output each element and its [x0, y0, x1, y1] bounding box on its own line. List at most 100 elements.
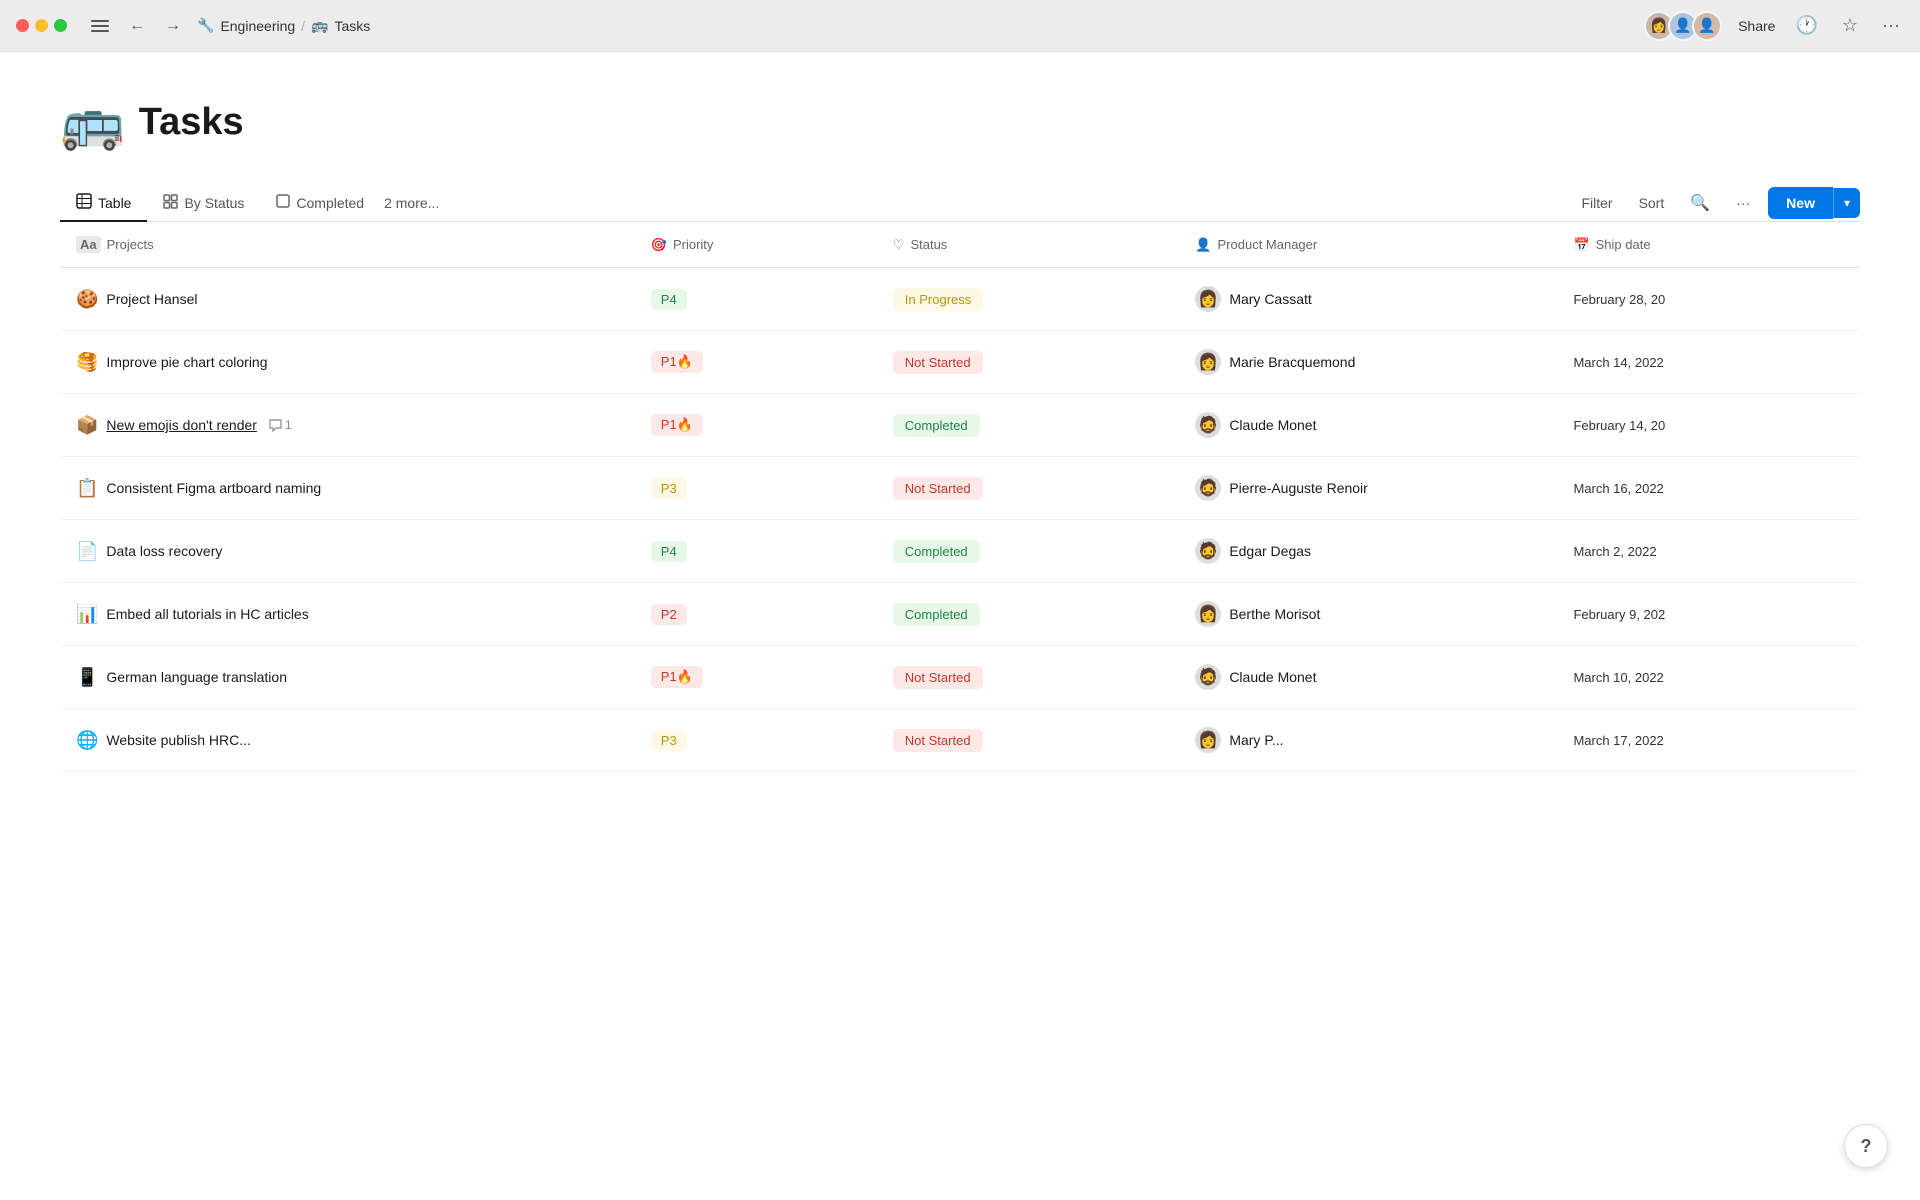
filter-button[interactable]: Filter: [1573, 189, 1620, 217]
maximize-button[interactable]: [54, 19, 67, 32]
project-cell-0: 🍪 Project Hansel: [60, 268, 635, 331]
pm-avatar-1: 👩: [1195, 349, 1221, 375]
project-cell-4: 📄 Data loss recovery: [60, 520, 635, 583]
ship-date-cell-4: March 2, 2022: [1557, 520, 1860, 583]
status-badge-6[interactable]: Not Started: [893, 666, 983, 689]
project-name-1[interactable]: Improve pie chart coloring: [106, 354, 267, 370]
pm-name-3: Pierre-Auguste Renoir: [1229, 480, 1368, 496]
new-button-caret[interactable]: ▾: [1833, 188, 1860, 218]
project-name-2[interactable]: New emojis don't render: [106, 417, 257, 433]
more-tabs-button[interactable]: 2 more...: [380, 187, 443, 219]
comment-badge: 1: [269, 418, 292, 432]
close-button[interactable]: [16, 19, 29, 32]
share-button[interactable]: Share: [1738, 18, 1775, 34]
priority-badge-1[interactable]: P1🔥: [651, 351, 703, 373]
pm-cell-2: 🧔 Claude Monet: [1179, 394, 1557, 457]
status-col-label: Status: [910, 237, 947, 252]
breadcrumb-tasks-label[interactable]: Tasks: [335, 18, 371, 34]
priority-badge-3[interactable]: P3: [651, 478, 687, 499]
table-row[interactable]: 🥞 Improve pie chart coloring P1🔥 Not Sta…: [60, 331, 1860, 394]
projects-col-label: Projects: [107, 237, 154, 252]
priority-col-icon: 🎯: [651, 237, 667, 253]
status-badge-7[interactable]: Not Started: [893, 729, 983, 752]
back-button[interactable]: ←: [125, 13, 149, 39]
forward-button[interactable]: →: [161, 13, 185, 39]
priority-cell-4: P4: [635, 520, 877, 583]
bookmark-button[interactable]: ☆: [1838, 13, 1862, 38]
main-content: 🚌 Tasks Table: [0, 52, 1920, 772]
minimize-button[interactable]: [35, 19, 48, 32]
priority-cell-7: P3: [635, 709, 877, 772]
more-toolbar-button[interactable]: ···: [1728, 189, 1758, 217]
tab-by-status[interactable]: By Status: [147, 186, 260, 222]
table-row[interactable]: 📄 Data loss recovery P4 Completed 🧔 Edga…: [60, 520, 1860, 583]
pm-avatar-2: 🧔: [1195, 412, 1221, 438]
table-row[interactable]: 📋 Consistent Figma artboard naming P3 No…: [60, 457, 1860, 520]
collaborator-avatars: 👩 👤 👤: [1644, 11, 1722, 41]
status-badge-3[interactable]: Not Started: [893, 477, 983, 500]
new-button[interactable]: New: [1768, 187, 1833, 219]
priority-badge-7[interactable]: P3: [651, 730, 687, 751]
ship-date-cell-0: February 28, 20: [1557, 268, 1860, 331]
status-badge-5[interactable]: Completed: [893, 603, 980, 626]
status-badge-2[interactable]: Completed: [893, 414, 980, 437]
pm-name-6: Claude Monet: [1229, 669, 1316, 685]
table-row[interactable]: 📦 New emojis don't render 1 P1🔥 Complete…: [60, 394, 1860, 457]
status-badge-0[interactable]: In Progress: [893, 288, 983, 311]
col-header-pm: 👤 Product Manager: [1179, 222, 1557, 268]
menu-button[interactable]: [87, 16, 113, 36]
breadcrumb-engineering-label[interactable]: Engineering: [220, 18, 295, 34]
project-name-5[interactable]: Embed all tutorials in HC articles: [106, 606, 308, 622]
more-options-button[interactable]: ···: [1878, 13, 1904, 38]
sort-button[interactable]: Sort: [1631, 189, 1673, 217]
completed-tab-icon: [276, 194, 290, 211]
project-name-0[interactable]: Project Hansel: [106, 291, 197, 307]
priority-badge-6[interactable]: P1🔥: [651, 666, 703, 688]
tab-table-label: Table: [98, 195, 131, 211]
search-button[interactable]: 🔍: [1682, 187, 1718, 219]
pm-col-label: Product Manager: [1218, 237, 1318, 252]
project-cell-3: 📋 Consistent Figma artboard naming: [60, 457, 635, 520]
priority-badge-0[interactable]: P4: [651, 289, 687, 310]
priority-badge-2[interactable]: P1🔥: [651, 414, 703, 436]
pm-col-icon: 👤: [1195, 237, 1211, 253]
priority-badge-5[interactable]: P2: [651, 604, 687, 625]
table-container: Aa Projects 🎯 Priority ♡ Status: [60, 222, 1860, 772]
breadcrumb-separator: /: [301, 18, 305, 34]
table-row[interactable]: 📊 Embed all tutorials in HC articles P2 …: [60, 583, 1860, 646]
pm-name-5: Berthe Morisot: [1229, 606, 1320, 622]
ship-date-cell-2: February 14, 20: [1557, 394, 1860, 457]
status-badge-1[interactable]: Not Started: [893, 351, 983, 374]
tab-completed[interactable]: Completed: [260, 186, 380, 221]
project-name-7[interactable]: Website publish HRC...: [106, 732, 250, 748]
projects-col-icon: Aa: [76, 236, 101, 253]
status-cell-4: Completed: [877, 520, 1180, 583]
ship-date-cell-1: March 14, 2022: [1557, 331, 1860, 394]
priority-badge-4[interactable]: P4: [651, 541, 687, 562]
ship-date-col-label: Ship date: [1596, 237, 1651, 252]
pm-name-4: Edgar Degas: [1229, 543, 1311, 559]
status-cell-6: Not Started: [877, 646, 1180, 709]
status-badge-4[interactable]: Completed: [893, 540, 980, 563]
priority-cell-5: P2: [635, 583, 877, 646]
project-cell-1: 🥞 Improve pie chart coloring: [60, 331, 635, 394]
project-name-3[interactable]: Consistent Figma artboard naming: [106, 480, 321, 496]
status-cell-3: Not Started: [877, 457, 1180, 520]
project-icon-1: 🥞: [76, 352, 98, 373]
col-header-ship-date: 📅 Ship date: [1557, 222, 1860, 268]
priority-cell-3: P3: [635, 457, 877, 520]
page-title: Tasks: [139, 101, 244, 144]
status-cell-7: Not Started: [877, 709, 1180, 772]
breadcrumb: 🔧 Engineering / 🚌 Tasks: [197, 17, 370, 34]
table-row[interactable]: 🌐 Website publish HRC... P3 Not Started …: [60, 709, 1860, 772]
table-row[interactable]: 📱 German language translation P1🔥 Not St…: [60, 646, 1860, 709]
project-name-4[interactable]: Data loss recovery: [106, 543, 222, 559]
table-row[interactable]: 🍪 Project Hansel P4 In Progress 👩 Mary C…: [60, 268, 1860, 331]
help-button[interactable]: ?: [1844, 1124, 1888, 1168]
col-header-projects: Aa Projects: [60, 222, 635, 268]
tab-completed-label: Completed: [296, 195, 364, 211]
project-name-6[interactable]: German language translation: [106, 669, 287, 685]
tab-table[interactable]: Table: [60, 185, 147, 222]
history-button[interactable]: 🕐: [1791, 13, 1821, 38]
table-body: 🍪 Project Hansel P4 In Progress 👩 Mary C…: [60, 268, 1860, 772]
